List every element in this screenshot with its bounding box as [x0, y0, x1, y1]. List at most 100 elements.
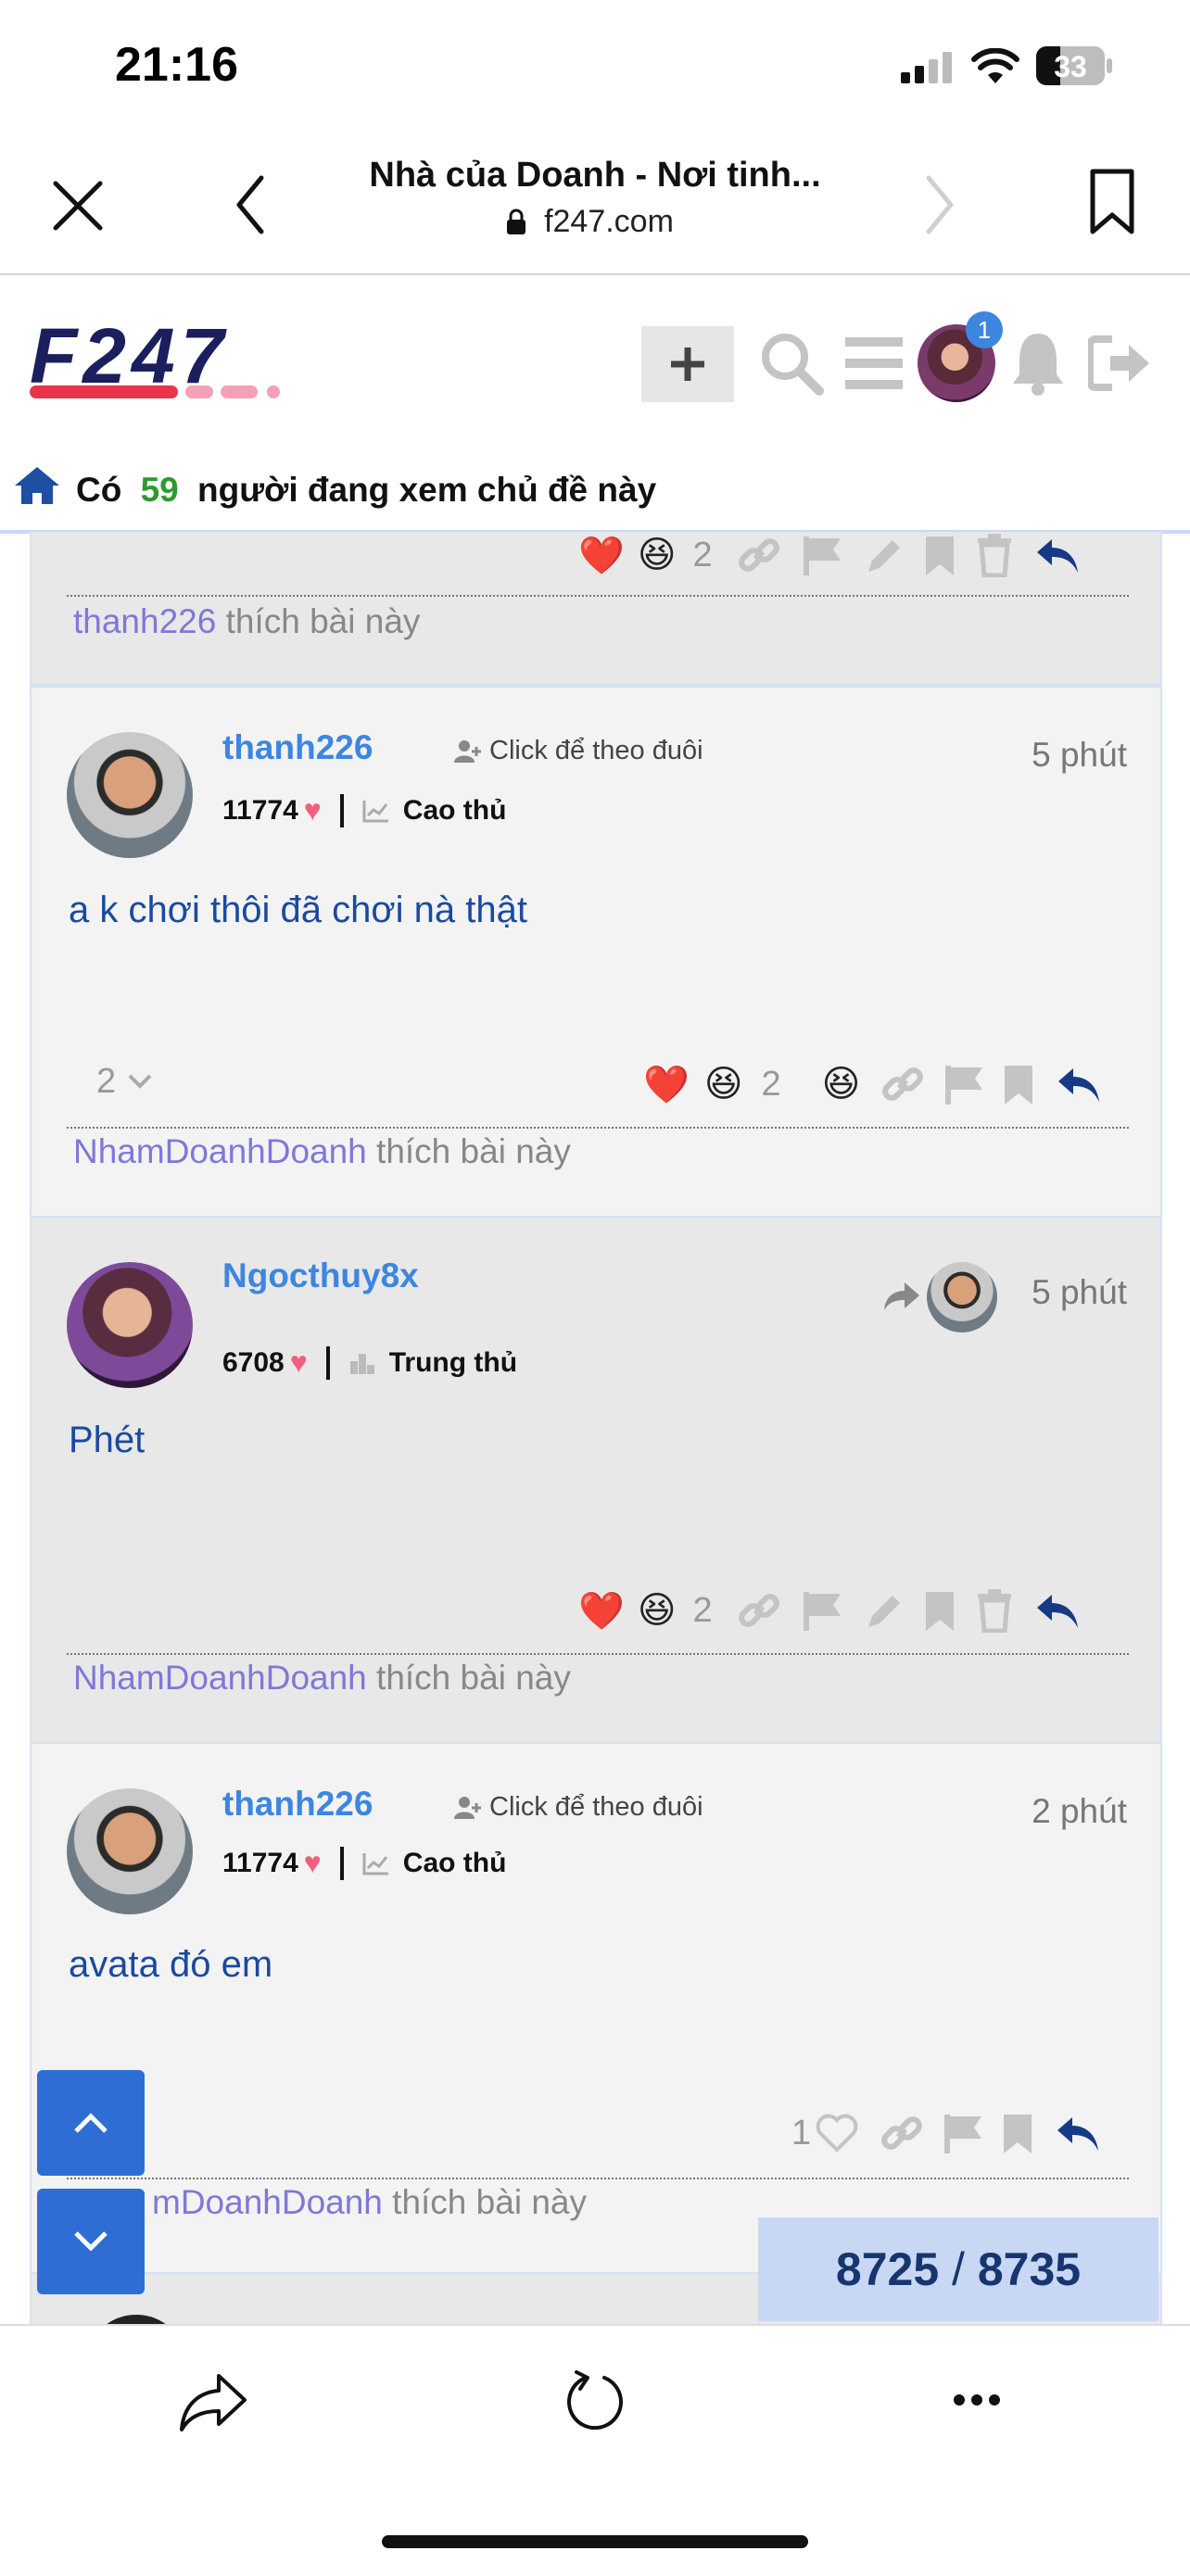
- edit-icon[interactable]: [863, 533, 904, 577]
- avatar[interactable]: [67, 732, 193, 858]
- link-icon[interactable]: [737, 1588, 781, 1633]
- user-rank: Cao thủ: [402, 794, 507, 826]
- site-logo[interactable]: F247: [30, 312, 308, 406]
- battery-icon: 33: [1036, 46, 1114, 85]
- heart-reaction-icon[interactable]: ❤️: [578, 1589, 625, 1633]
- edit-icon[interactable]: [863, 1588, 904, 1633]
- menu-icon[interactable]: [845, 337, 903, 389]
- current-post: 8725: [835, 2243, 940, 2295]
- laugh-reaction-icon[interactable]: 😆: [704, 1063, 743, 1105]
- flag-icon[interactable]: [943, 2111, 983, 2155]
- bookmark-post-icon[interactable]: [1003, 1062, 1034, 1106]
- chevron-down-icon: [128, 1074, 152, 1089]
- link-icon[interactable]: [737, 533, 781, 577]
- plus-icon: [671, 347, 704, 381]
- username[interactable]: thanh226: [222, 1785, 373, 1824]
- scroll-up-button[interactable]: [37, 2070, 145, 2176]
- bookmark-post-icon[interactable]: [924, 533, 956, 577]
- home-icon[interactable]: [13, 465, 61, 506]
- post-time[interactable]: 5 phút: [1032, 736, 1127, 775]
- reply-to-avatar[interactable]: [927, 1262, 997, 1332]
- bookmark-icon[interactable]: [1088, 167, 1136, 237]
- page-title: Nhà của Doanh - Nơi tinh...: [369, 156, 821, 195]
- back-icon[interactable]: [232, 172, 269, 237]
- reply-icon[interactable]: [1035, 1591, 1080, 1630]
- liked-by-suffix: thích bài này: [366, 1659, 571, 1697]
- bookmark-post-icon[interactable]: [1002, 2111, 1033, 2155]
- heart-reaction-icon[interactable]: ❤️: [578, 534, 625, 577]
- rank-icon: [349, 1353, 374, 1374]
- viewer-count: 59: [140, 471, 179, 509]
- total-posts: 8735: [977, 2243, 1082, 2295]
- close-icon[interactable]: [50, 178, 106, 234]
- laugh-reaction-icon[interactable]: 😆: [638, 1589, 677, 1632]
- add-reaction-icon[interactable]: 😆: [822, 1063, 861, 1105]
- reload-icon[interactable]: [562, 2368, 628, 2435]
- liked-by-user[interactable]: mDoanhDoanh: [152, 2183, 383, 2221]
- flag-icon[interactable]: [802, 533, 842, 577]
- flag-icon[interactable]: [943, 1062, 984, 1106]
- link-icon[interactable]: [880, 2111, 924, 2155]
- score-value: 11774: [222, 794, 298, 826]
- cellular-signal-icon: [901, 52, 955, 83]
- avatar[interactable]: [67, 1262, 193, 1388]
- username[interactable]: thanh226: [222, 728, 373, 767]
- delete-icon[interactable]: [976, 533, 1013, 577]
- follow-button[interactable]: Click để theo đuôi: [454, 1792, 703, 1823]
- heart-reaction-icon[interactable]: ❤️: [643, 1063, 690, 1106]
- username[interactable]: Ngocthuy8x: [222, 1256, 419, 1295]
- chevron-down-icon: [74, 2231, 108, 2252]
- post-divider: [67, 1653, 1129, 1655]
- post-actions: 1: [791, 2107, 1100, 2159]
- reply-icon[interactable]: [1057, 1065, 1101, 1104]
- add-user-icon: [454, 1797, 481, 1820]
- scroll-down-button[interactable]: [37, 2189, 145, 2294]
- liked-by: NhamDoanhDoanh thích bài này: [73, 1659, 571, 1698]
- chevron-up-icon: [74, 2113, 108, 2133]
- post-time[interactable]: 2 phút: [1032, 1792, 1127, 1831]
- search-icon[interactable]: [758, 330, 825, 397]
- post-actions: ❤️ 😆 2: [578, 1585, 1080, 1636]
- logout-icon[interactable]: [1086, 335, 1153, 391]
- post-divider: [67, 595, 1129, 597]
- bookmark-post-icon[interactable]: [924, 1588, 956, 1633]
- liked-by: thanh226 thích bài này: [73, 602, 420, 641]
- heart-icon: ♥: [289, 1345, 308, 1379]
- share-icon[interactable]: [178, 2372, 248, 2433]
- page-url[interactable]: f247.com: [278, 204, 912, 240]
- liked-by-suffix: thích bài này: [366, 1132, 571, 1170]
- reactions-count[interactable]: 2: [693, 536, 713, 575]
- url-text: f247.com: [544, 204, 674, 239]
- share-arrow-icon: [882, 1281, 921, 1312]
- flag-icon[interactable]: [802, 1588, 842, 1633]
- post-time[interactable]: 5 phút: [1032, 1273, 1127, 1312]
- chart-icon: [362, 800, 388, 822]
- reply-icon[interactable]: [1056, 2114, 1100, 2153]
- avatar[interactable]: [67, 1788, 193, 1914]
- viewer-count-text: Có 59 người đang xem chủ đề này: [76, 471, 656, 510]
- counter-separator: /: [939, 2243, 978, 2295]
- forward-icon[interactable]: [921, 172, 958, 237]
- score-value: 6708: [222, 1346, 285, 1378]
- reactions-count[interactable]: 2: [693, 1591, 713, 1631]
- reply-icon[interactable]: [1035, 536, 1080, 575]
- liked-by-user[interactable]: NhamDoanhDoanh: [73, 1132, 367, 1170]
- reactions-count[interactable]: 2: [762, 1065, 781, 1105]
- liked-by: NhamDoanhDoanh thích bài này: [73, 1132, 571, 1171]
- follow-button[interactable]: Click để theo đuôi: [454, 736, 703, 766]
- link-icon[interactable]: [880, 1062, 925, 1106]
- delete-icon[interactable]: [976, 1588, 1013, 1633]
- wifi-icon: [971, 47, 1019, 85]
- liked-by-user[interactable]: NhamDoanhDoanh: [73, 1659, 367, 1697]
- like-heart-icon[interactable]: [815, 2113, 859, 2153]
- new-topic-button[interactable]: [641, 326, 734, 402]
- more-options-icon[interactable]: [953, 2393, 1001, 2407]
- likes-count[interactable]: 1: [791, 2114, 811, 2153]
- liked-by-user[interactable]: thanh226: [73, 602, 216, 640]
- laugh-reaction-icon[interactable]: 😆: [638, 534, 677, 576]
- follow-label: Click để theo đuôi: [489, 1792, 703, 1822]
- battery-level: 33: [1054, 50, 1087, 83]
- bell-icon[interactable]: [1010, 330, 1066, 397]
- post-content: a k chơi thôi đã chơi nà thật: [69, 890, 527, 930]
- replies-toggle[interactable]: 2: [96, 1058, 153, 1105]
